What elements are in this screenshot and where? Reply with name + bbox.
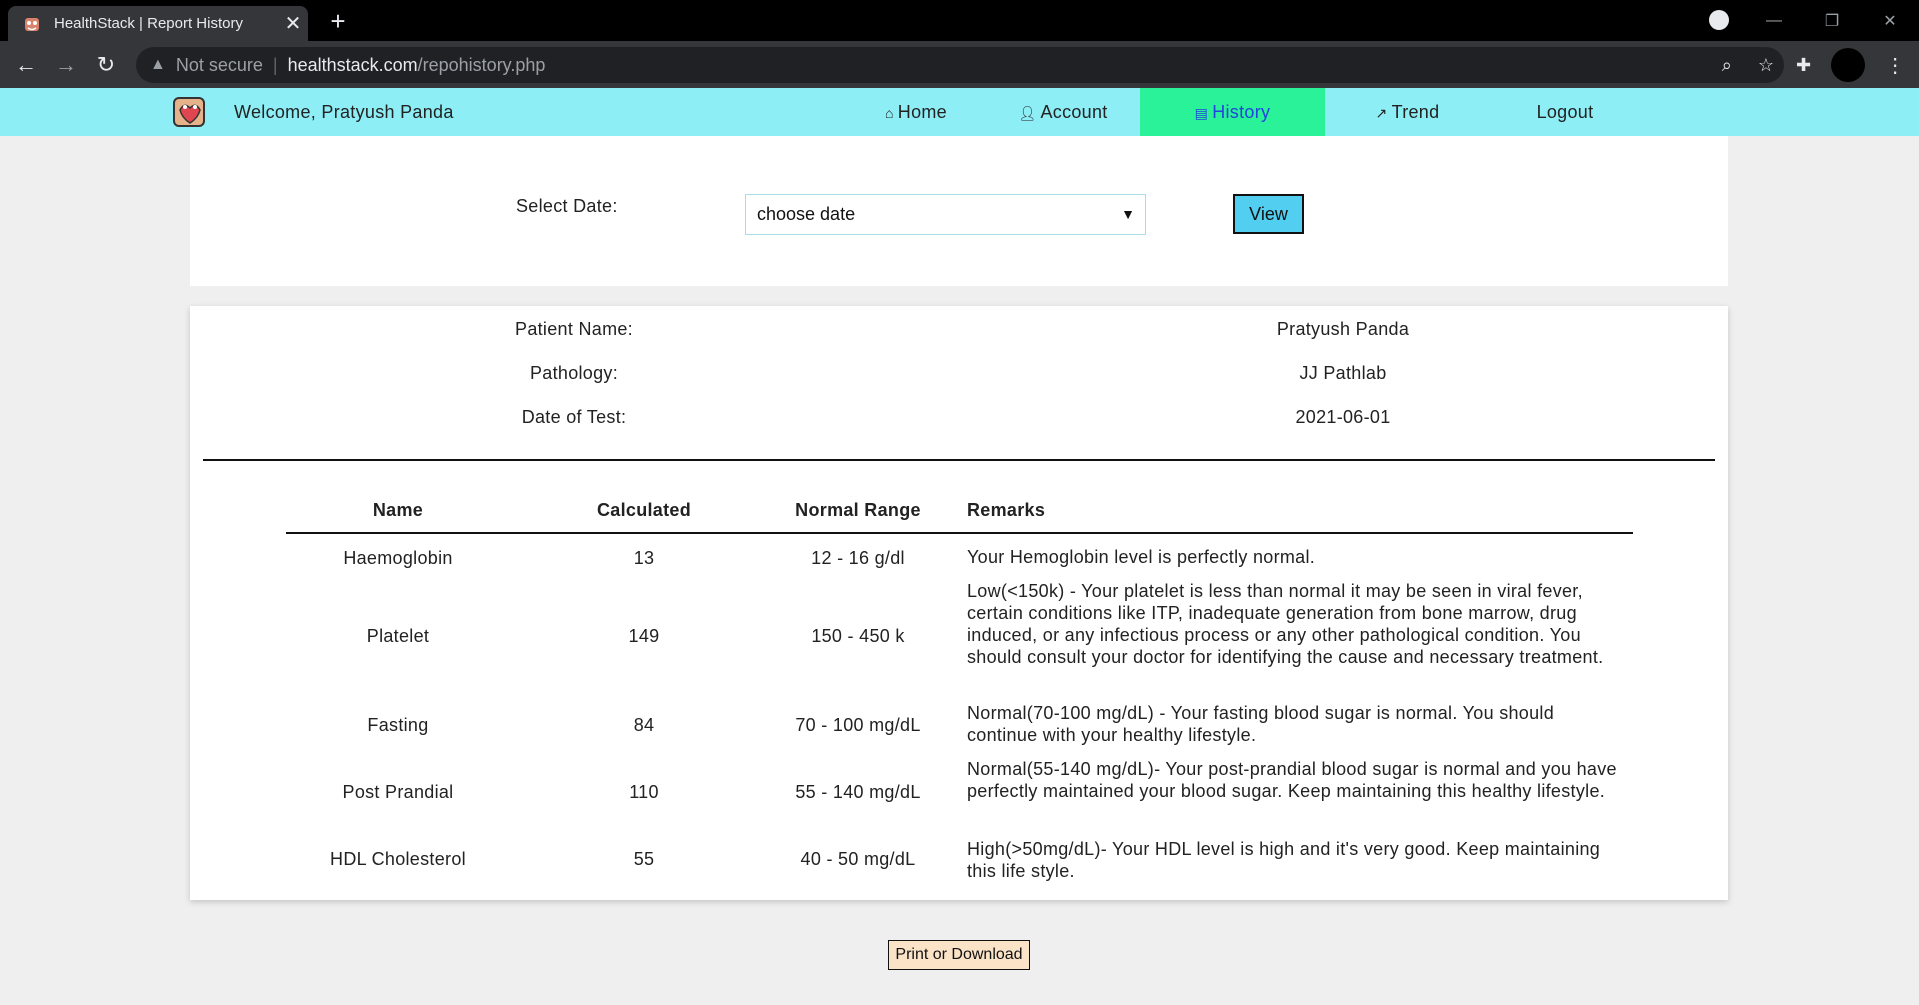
select-date-label: Select Date: [516,196,618,216]
welcome-text: Welcome, Pratyush Panda [234,102,454,122]
header-calculated: Calculated [596,500,692,520]
trend-icon: ↗ [1375,105,1388,121]
date-dropdown-value: choose date [757,204,856,224]
row-remarks: High(>50mg/dL)- Your HDL level is high a… [967,839,1601,881]
patient-name-value: Pratyush Panda [1276,319,1410,339]
report-card: Patient Name: Pratyush Panda Pathology: … [190,306,1728,900]
profile-avatar[interactable] [1831,48,1866,82]
row-name: Post Prandial [342,782,454,802]
back-icon[interactable]: ← [10,49,42,81]
chevron-down-icon: ▼ [1121,206,1135,222]
row-remarks: Your Hemoglobin level is perfectly norma… [967,547,1316,567]
header-normal-range: Normal Range [795,500,921,520]
window-controls: — ❐ ✕ [1745,0,1919,41]
nav-account[interactable]: 👤︎ Account [986,88,1140,136]
patient-name-row: Patient Name: Pratyush Panda [190,319,1728,345]
menu-kebab-icon[interactable]: ⋮ [1885,53,1905,78]
row-range: 40 - 50 mg/dL [800,849,916,869]
nav-history[interactable]: ▤ History [1140,88,1325,136]
row-name: HDL Cholesterol [330,849,466,869]
bookmark-star-icon[interactable]: ☆ [1758,55,1774,76]
test-date-row: Date of Test: 2021-06-01 [190,407,1728,433]
security-label: Not secure [175,54,263,75]
nav-logout-label: Logout [1536,102,1594,122]
row-range: 150 - 450 k [811,626,905,646]
site-navbar: Welcome, Pratyush Panda ⌂ Home 👤︎ Account … [0,88,1919,136]
nav-trend-label: Trend [1391,102,1440,122]
row-name: Fasting [367,715,429,735]
site-favicon-icon [25,17,39,31]
document-icon: ▤ [1194,105,1209,121]
close-window-icon[interactable]: ✕ [1861,11,1919,31]
new-tab-button[interactable]: + [323,6,353,36]
row-remarks: Normal(70-100 mg/dL) - Your fasting bloo… [967,703,1555,745]
nav-trend[interactable]: ↗ Trend [1325,88,1490,136]
nav-account-label: Account [1040,102,1108,122]
browser-toolbar: ← → ↻ ▲ Not secure | healthstack.com/rep… [0,41,1919,88]
row-calculated: 55 [633,849,655,869]
home-icon: ⌂ [885,105,894,121]
tab-search-icon[interactable] [1709,10,1729,30]
patient-name-label: Patient Name: [515,319,633,339]
url-path: /repohistory.php [417,54,546,75]
nav-links: ⌂ Home 👤︎ Account ▤ History ↗ Trend Logout [846,88,1640,136]
pathology-label: Pathology: [529,363,619,383]
header-name: Name [372,500,424,520]
pathology-row: Pathology: JJ Pathlab [190,363,1728,389]
browser-tab[interactable]: HealthStack | Report History ✕ [8,6,308,41]
reload-icon[interactable]: ↻ [90,49,122,81]
pathology-value: JJ Pathlab [1299,363,1387,383]
print-download-button[interactable]: Print or Download [888,940,1030,970]
healthstack-logo[interactable] [170,94,210,130]
url-domain: healthstack.com [287,54,418,75]
row-range: 12 - 16 g/dl [811,548,905,568]
user-icon: 👤︎ [1018,105,1037,121]
close-tab-icon[interactable]: ✕ [278,11,308,36]
row-calculated: 13 [633,548,655,568]
table-header-line [286,532,1633,534]
forward-icon[interactable]: → [50,49,82,81]
nav-history-label: History [1212,102,1271,122]
date-selection-card: Select Date: choose date ▼ View [190,136,1728,286]
nav-home-label: Home [897,102,947,122]
row-range: 55 - 140 mg/dL [795,782,921,802]
date-dropdown[interactable]: choose date ▼ [745,194,1146,235]
browser-tab-bar: HealthStack | Report History ✕ + — ❐ ✕ [0,0,1919,41]
nav-home[interactable]: ⌂ Home [846,88,986,136]
warning-icon: ▲ [150,56,166,73]
row-name: Platelet [366,626,430,646]
minimize-icon[interactable]: — [1745,12,1803,30]
row-calculated: 110 [629,782,659,802]
zoom-icon[interactable]: ⌕ [1722,55,1732,76]
test-date-value: 2021-06-01 [1295,407,1391,427]
omnibox-icons: ⌕ ☆ [1722,47,1774,83]
view-button[interactable]: View [1233,194,1304,234]
section-divider [203,459,1715,461]
row-calculated: 149 [628,626,660,646]
nav-logout[interactable]: Logout [1490,88,1640,136]
url-separator: | [272,54,278,75]
extension-area: ✚ ⋮ [1796,48,1905,82]
header-remarks: Remarks [967,500,1046,520]
extensions-puzzle-icon[interactable]: ✚ [1796,55,1811,76]
row-remarks: Normal(55-140 mg/dL)- Your post-prandial… [967,759,1617,801]
row-range: 70 - 100 mg/dL [795,715,921,735]
restore-icon[interactable]: ❐ [1803,11,1861,31]
row-name: Haemoglobin [343,548,453,568]
row-remarks: Low(<150k) - Your platelet is less than … [967,581,1604,667]
tab-title: HealthStack | Report History [54,15,243,32]
row-calculated: 84 [633,715,655,735]
address-bar[interactable]: ▲ Not secure | healthstack.com/repohisto… [136,47,1784,83]
test-date-label: Date of Test: [521,407,627,427]
